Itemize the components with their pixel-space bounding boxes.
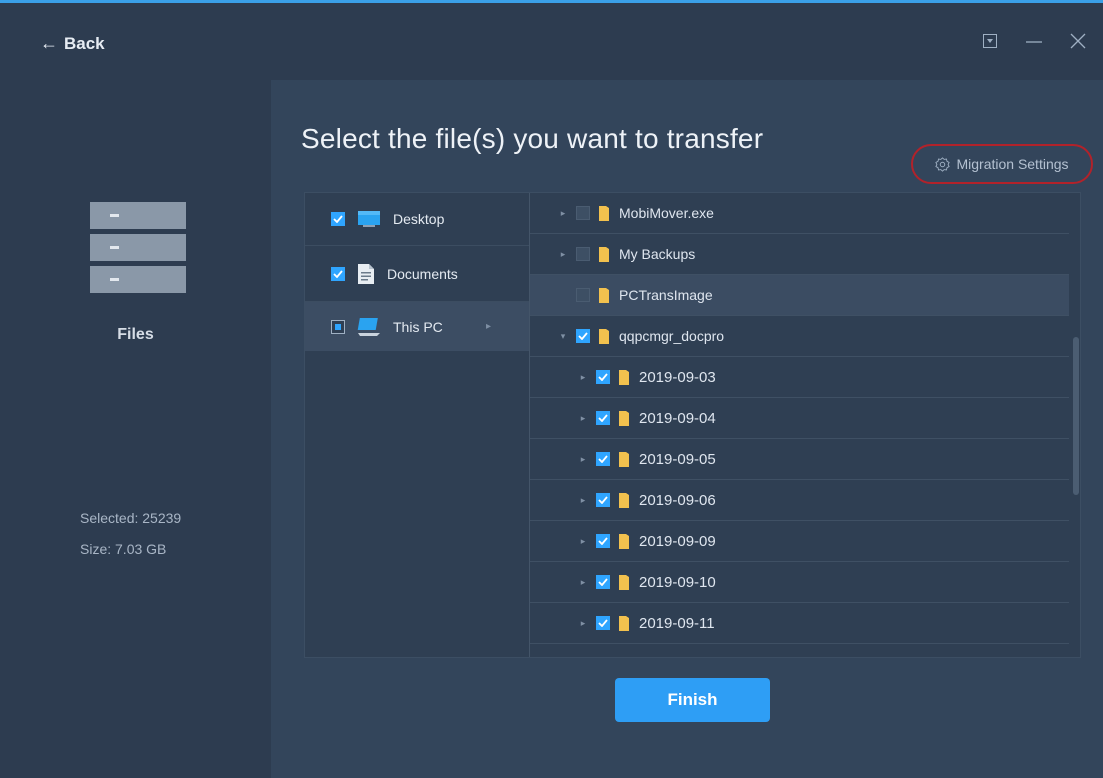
migration-settings-label: Migration Settings — [956, 156, 1069, 172]
scrollbar-thumb[interactable] — [1073, 337, 1079, 495]
expand-arrow-icon[interactable]: ▸ — [578, 495, 588, 506]
checkbox[interactable] — [576, 206, 590, 220]
tree-row-2019-09-11[interactable]: ▸ 2019-09-11 — [530, 603, 1069, 644]
checkbox[interactable] — [596, 534, 610, 548]
tree-row-label: 2019-09-10 — [639, 573, 716, 591]
checkbox[interactable] — [596, 575, 610, 589]
folder-icon — [619, 574, 629, 590]
checkbox[interactable] — [576, 247, 590, 261]
tree-row-2019-09-09[interactable]: ▸ 2019-09-09 — [530, 521, 1069, 562]
folder-icon — [619, 615, 629, 631]
tree-row-label: 2019-09-03 — [639, 368, 716, 386]
expand-arrow-icon[interactable]: ▸ — [558, 208, 568, 219]
checkbox[interactable] — [331, 212, 345, 226]
total-size: Size: 7.03 GB — [80, 541, 166, 557]
tree-row-label: My Backups — [619, 246, 696, 262]
folder-icon — [599, 205, 609, 221]
minimize-icon[interactable] — [1023, 29, 1045, 53]
expand-arrow-icon[interactable]: ▸ — [578, 577, 588, 588]
checkbox[interactable] — [576, 329, 590, 343]
folder-icon — [619, 369, 629, 385]
back-arrow-icon: ← — [40, 33, 58, 53]
category-list: Desktop Documents This PC ▸ — [305, 193, 530, 657]
gear-icon — [935, 156, 951, 172]
title-bar: ← Back — [0, 3, 1103, 80]
tree-row-qqpcmgr-docpro[interactable]: ▾ qqpcmgr_docpro — [530, 316, 1069, 357]
tree-row-pctransimage[interactable]: PCTransImage — [530, 275, 1069, 316]
folder-icon — [619, 451, 629, 467]
expand-arrow-icon[interactable]: ▸ — [558, 249, 568, 260]
collapse-arrow-icon[interactable]: ▾ — [558, 331, 568, 342]
tree-row-label: 2019-09-11 — [639, 614, 715, 632]
sidebar-files-label: Files — [117, 326, 154, 343]
close-icon[interactable] — [1067, 29, 1089, 53]
documents-icon — [357, 263, 375, 285]
size-label: Size: — [80, 541, 112, 557]
selected-count: Selected: 25239 — [80, 510, 181, 526]
category-label: This PC — [393, 318, 443, 335]
checkbox[interactable] — [596, 493, 610, 507]
main-content: Select the file(s) you want to transfer … — [271, 80, 1103, 778]
this-pc-icon — [357, 317, 381, 337]
file-selection-panel: Desktop Documents This PC ▸ ▸ MobiMover.… — [304, 192, 1081, 658]
tree-row-2019-09-06[interactable]: ▸ 2019-09-06 — [530, 480, 1069, 521]
expand-arrow-icon[interactable]: ▸ — [578, 454, 588, 465]
tree-row-my-backups[interactable]: ▸ My Backups — [530, 234, 1069, 275]
folder-icon — [619, 533, 629, 549]
category-label: Documents — [387, 265, 458, 282]
folder-tree: ▸ MobiMover.exe ▸ My Backups PCTransImag… — [530, 193, 1069, 657]
tree-row-mobimover[interactable]: ▸ MobiMover.exe — [530, 193, 1069, 234]
tree-row-label: 2019-09-04 — [639, 409, 716, 427]
migration-settings-button[interactable]: Migration Settings — [911, 144, 1093, 184]
category-documents[interactable]: Documents — [305, 246, 529, 301]
folder-icon — [599, 246, 609, 262]
size-value: 7.03 GB — [115, 541, 167, 557]
tree-row-label: 2019-09-09 — [639, 532, 716, 550]
desktop-icon — [357, 210, 381, 228]
expand-arrow-icon[interactable]: ▸ — [578, 536, 588, 547]
page-title: Select the file(s) you want to transfer — [301, 123, 764, 154]
folder-icon — [599, 287, 609, 303]
category-this-pc[interactable]: This PC ▸ — [305, 302, 529, 351]
tree-row-2019-09-03[interactable]: ▸ 2019-09-03 — [530, 357, 1069, 398]
tree-row-2019-09-05[interactable]: ▸ 2019-09-05 — [530, 439, 1069, 480]
tree-row-label: MobiMover.exe — [619, 205, 714, 221]
tree-row-label: 2019-09-06 — [639, 491, 716, 509]
back-button[interactable]: ← Back — [40, 33, 105, 54]
tree-row-2019-09-10[interactable]: ▸ 2019-09-10 — [530, 562, 1069, 603]
checkbox[interactable] — [596, 411, 610, 425]
checkbox[interactable] — [331, 266, 345, 281]
folder-icon — [599, 328, 609, 344]
checkbox[interactable] — [576, 288, 590, 302]
tree-row-label: PCTransImage — [619, 287, 713, 303]
folder-icon — [619, 492, 629, 508]
selected-label: Selected: — [80, 510, 139, 526]
expand-arrow-icon[interactable]: ▸ — [578, 618, 588, 629]
tree-row-label: qqpcmgr_docpro — [619, 328, 725, 344]
checkbox[interactable] — [596, 452, 610, 466]
tree-row-label: 2019-09-05 — [639, 450, 716, 468]
sidebar: Files Selected: 25239 Size: 7.03 GB — [0, 80, 271, 778]
expand-arrow-icon[interactable]: ▸ — [578, 413, 588, 424]
files-stack-icon — [90, 202, 186, 298]
checkbox[interactable] — [596, 370, 610, 384]
menu-dropdown-icon[interactable] — [979, 29, 1001, 53]
tree-row-2019-09-04[interactable]: ▸ 2019-09-04 — [530, 398, 1069, 439]
window-controls — [979, 29, 1089, 53]
category-desktop[interactable]: Desktop — [305, 193, 529, 245]
chevron-right-icon: ▸ — [485, 321, 491, 332]
folder-icon — [619, 410, 629, 426]
expand-arrow-icon[interactable]: ▸ — [578, 372, 588, 383]
checkbox[interactable] — [331, 319, 345, 334]
back-label: Back — [64, 33, 105, 53]
selected-value: 25239 — [142, 510, 182, 526]
checkbox[interactable] — [596, 616, 610, 630]
finish-button[interactable]: Finish — [615, 678, 770, 722]
category-label: Desktop — [393, 211, 445, 227]
